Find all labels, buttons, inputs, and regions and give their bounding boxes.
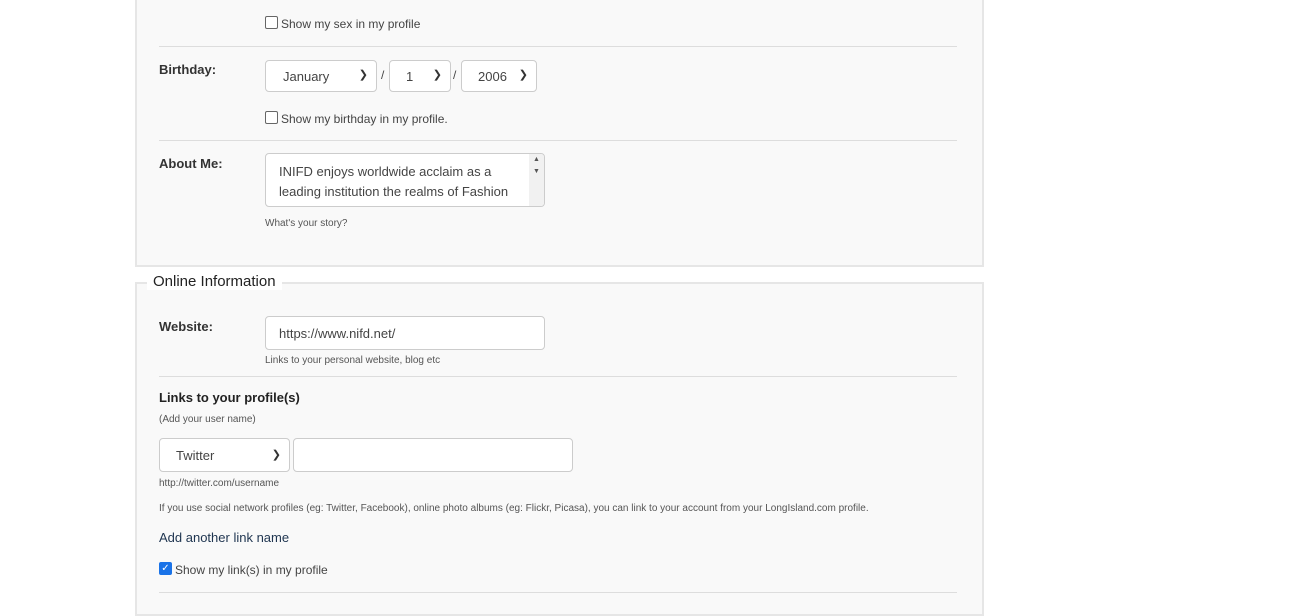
- links-subtitle: (Add your user name): [159, 414, 256, 425]
- add-link-button[interactable]: Add another link name: [159, 530, 289, 545]
- website-help: Links to your personal website, blog etc: [265, 355, 441, 366]
- links-title: Links to your profile(s): [159, 390, 300, 405]
- website-value: https://www.nifd.net/: [279, 325, 396, 341]
- date-separator: /: [381, 68, 385, 82]
- month-value: January: [283, 68, 330, 84]
- about-help: What's your story?: [265, 218, 348, 229]
- show-birthday-checkbox[interactable]: [265, 111, 278, 124]
- show-sex-checkbox[interactable]: [265, 16, 278, 29]
- username-input[interactable]: [293, 438, 573, 472]
- birthday-day-select[interactable]: 1 ❯: [389, 60, 451, 92]
- divider: [159, 140, 957, 141]
- birthday-label: Birthday:: [159, 62, 217, 77]
- links-info: If you use social network profiles (eg: …: [159, 503, 869, 514]
- network-select[interactable]: Twitter ❯: [159, 438, 290, 472]
- online-info-legend: Online Information: [147, 273, 282, 290]
- website-input[interactable]: https://www.nifd.net/: [265, 316, 545, 350]
- show-links-label: Show my link(s) in my profile: [175, 563, 328, 577]
- about-label: About Me:: [159, 156, 223, 171]
- day-value: 1: [406, 68, 414, 84]
- birthday-month-select[interactable]: January ❯: [265, 60, 377, 92]
- chevron-down-icon: ❯: [518, 69, 528, 81]
- divider: [159, 46, 957, 47]
- show-birthday-label: Show my birthday in my profile.: [281, 112, 448, 126]
- network-help: http://twitter.com/username: [159, 478, 280, 489]
- scrollbar[interactable]: ▲ ▼: [529, 154, 544, 206]
- show-sex-label: Show my sex in my profile: [281, 17, 421, 31]
- birthday-year-select[interactable]: 2006 ❯: [461, 60, 537, 92]
- chevron-down-icon: ❯: [432, 69, 442, 81]
- about-textarea[interactable]: INIFD enjoys worldwide acclaim as a lead…: [265, 153, 545, 207]
- show-links-checkbox[interactable]: ✓: [159, 562, 172, 575]
- chevron-down-icon: ❯: [358, 69, 368, 81]
- divider: [159, 376, 957, 377]
- chevron-down-icon: ❯: [271, 449, 281, 461]
- website-label: Website:: [159, 319, 213, 334]
- network-value: Twitter: [176, 447, 215, 463]
- year-value: 2006: [478, 68, 507, 84]
- divider: [159, 592, 957, 593]
- personal-info-panel: [135, 0, 984, 267]
- date-separator: /: [453, 68, 457, 82]
- about-text: INIFD enjoys worldwide acclaim as a lead…: [279, 164, 509, 206]
